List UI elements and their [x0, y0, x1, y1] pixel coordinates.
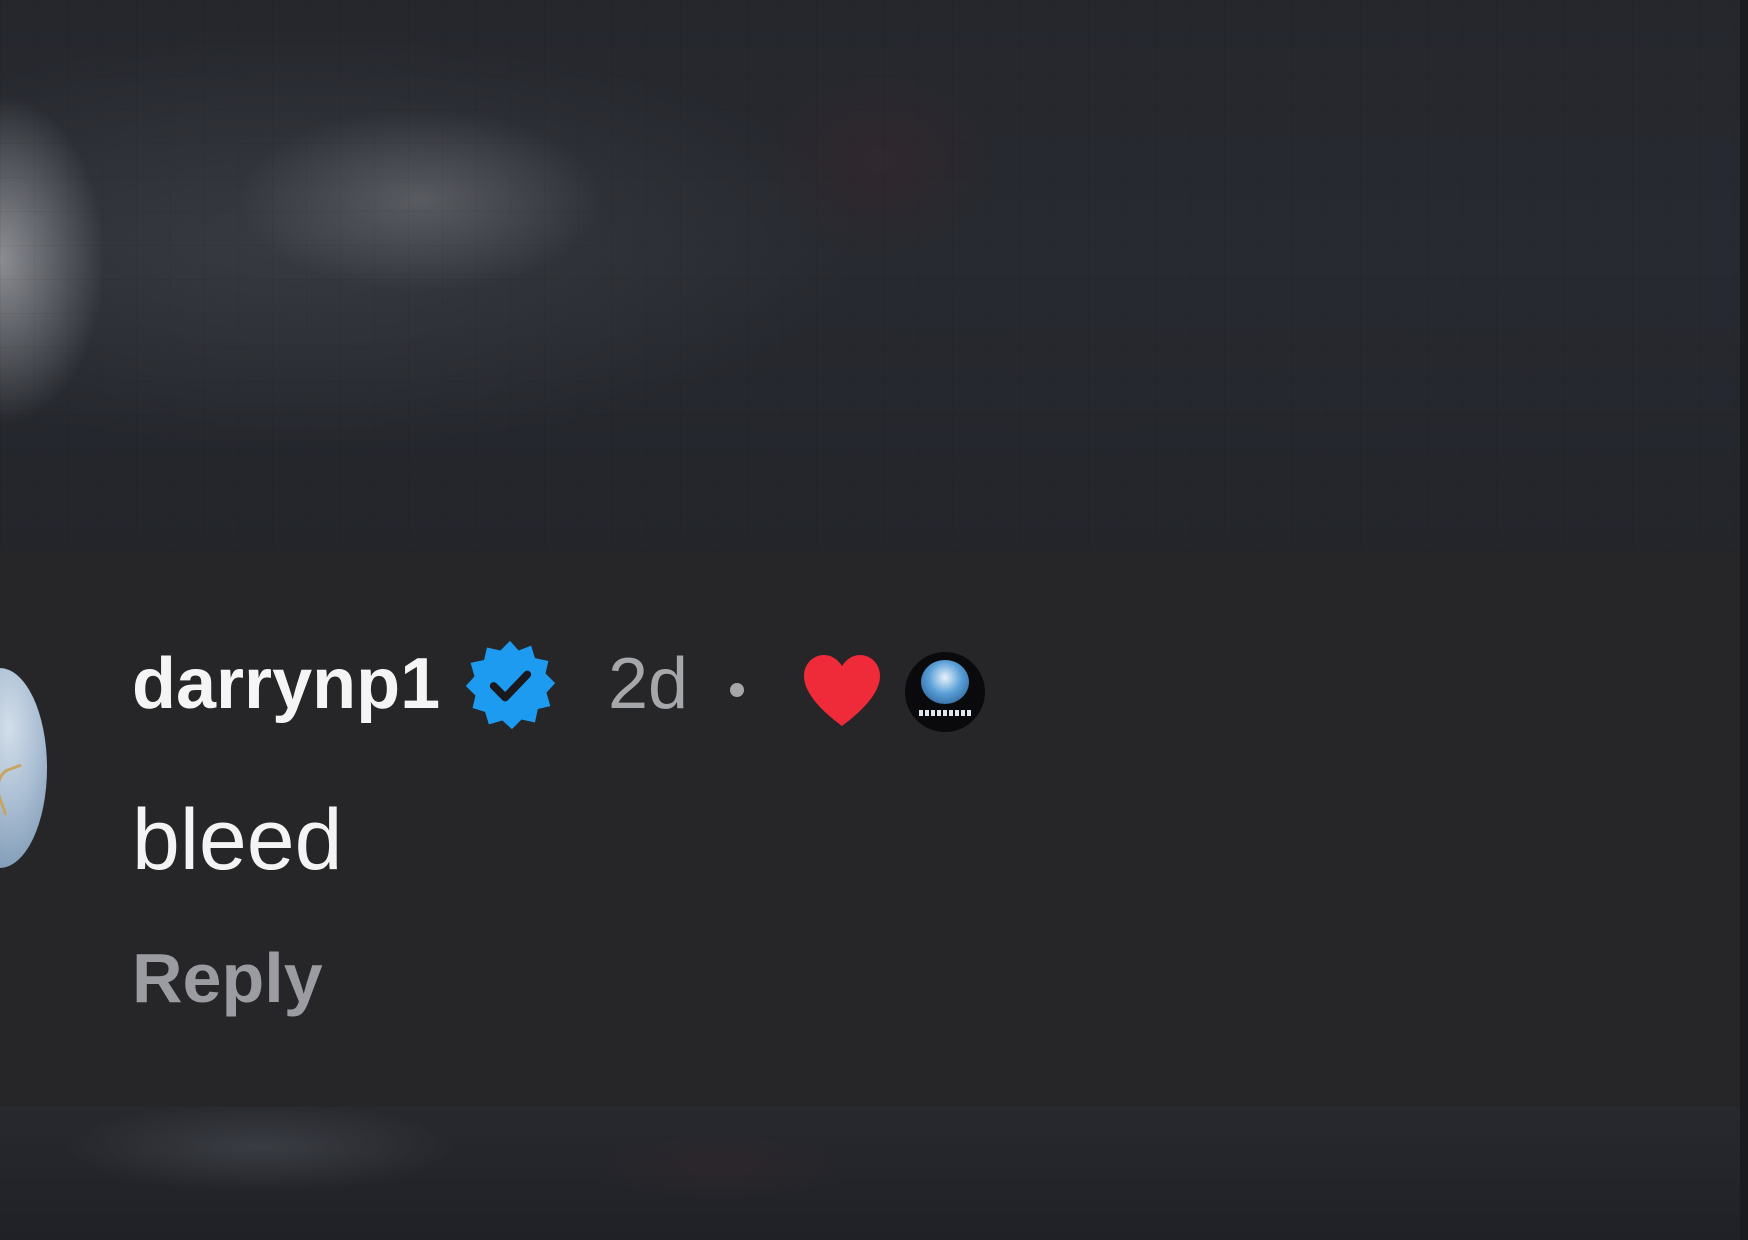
- comment-screen: darrynp1 2d bleed Reply: [0, 0, 1748, 1240]
- meta-separator-dot: [730, 683, 744, 697]
- avatar-artwork: [0, 763, 36, 816]
- verified-badge-icon: [465, 640, 556, 730]
- pixelation-overlay: [0, 0, 1748, 552]
- creator-avatar-logo: [921, 660, 969, 704]
- comment-timestamp: 2d: [608, 644, 689, 724]
- heart-icon[interactable]: [800, 652, 884, 728]
- creator-avatar-wordmark: [919, 710, 971, 716]
- reply-button[interactable]: Reply: [132, 937, 323, 1019]
- creator-avatar-icon: [905, 652, 985, 732]
- blurred-content-below: [0, 1107, 1748, 1240]
- screen-edge: [1740, 0, 1748, 1240]
- comment-username[interactable]: darrynp1: [132, 642, 440, 726]
- comment-body: bleed: [132, 792, 343, 888]
- blurred-content-above: [0, 0, 1748, 552]
